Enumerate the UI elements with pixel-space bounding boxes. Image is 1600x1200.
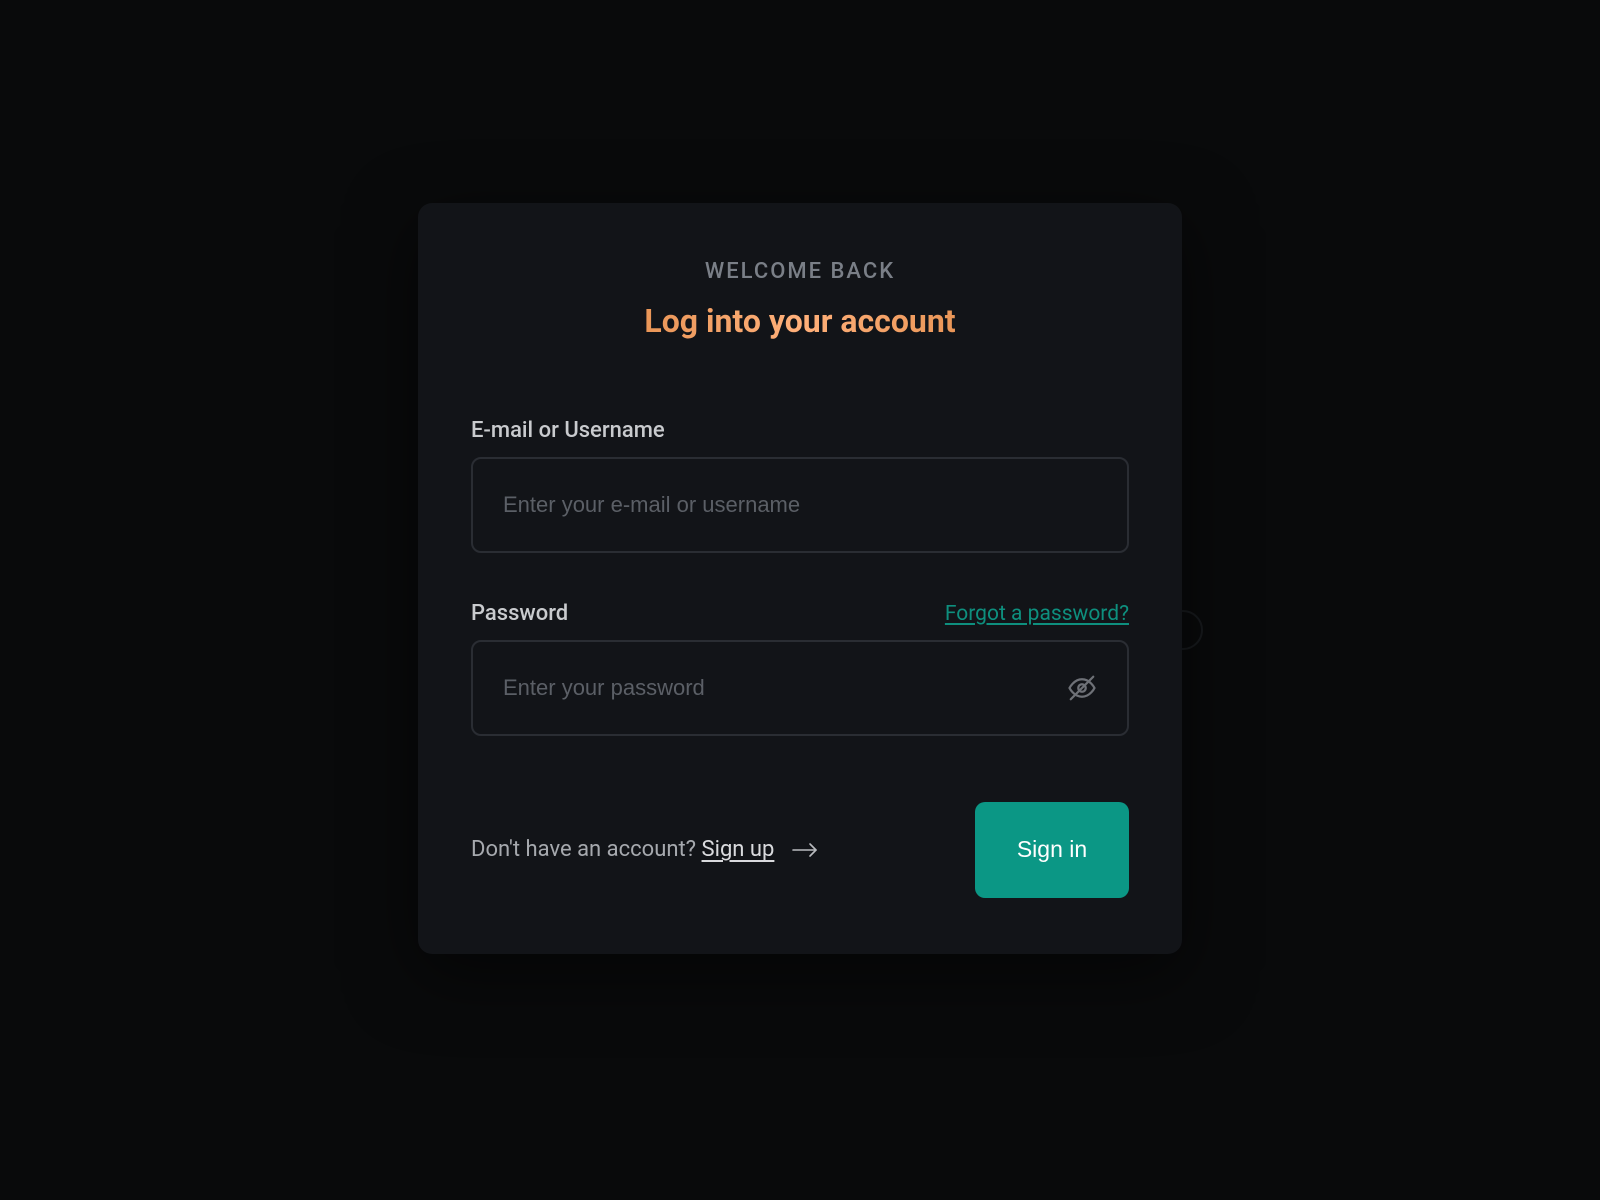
email-field-block: E-mail or Username — [471, 418, 1129, 553]
email-label: E-mail or Username — [471, 418, 665, 443]
password-field-block: Password Forgot a password? — [471, 601, 1129, 736]
eyebrow-text: WELCOME BACK — [471, 259, 1129, 284]
password-label: Password — [471, 601, 568, 626]
forgot-password-link[interactable]: Forgot a password? — [945, 602, 1129, 626]
email-input-wrap — [471, 457, 1129, 553]
password-input[interactable] — [473, 642, 1037, 734]
signup-prompt-wrap: Don't have an account? Sign up — [471, 837, 818, 862]
signin-button[interactable]: Sign in — [975, 802, 1129, 898]
eye-off-icon[interactable] — [1037, 673, 1127, 703]
footer-row: Don't have an account? Sign up Sign in — [471, 802, 1129, 898]
login-card: WELCOME BACK Log into your account E-mai… — [418, 203, 1182, 954]
arrow-right-icon — [792, 841, 818, 859]
page-title: Log into your account — [471, 302, 1129, 340]
signup-prompt-text: Don't have an account? — [471, 837, 702, 862]
email-input[interactable] — [473, 459, 1127, 551]
password-input-wrap — [471, 640, 1129, 736]
signup-link[interactable]: Sign up — [702, 837, 775, 862]
